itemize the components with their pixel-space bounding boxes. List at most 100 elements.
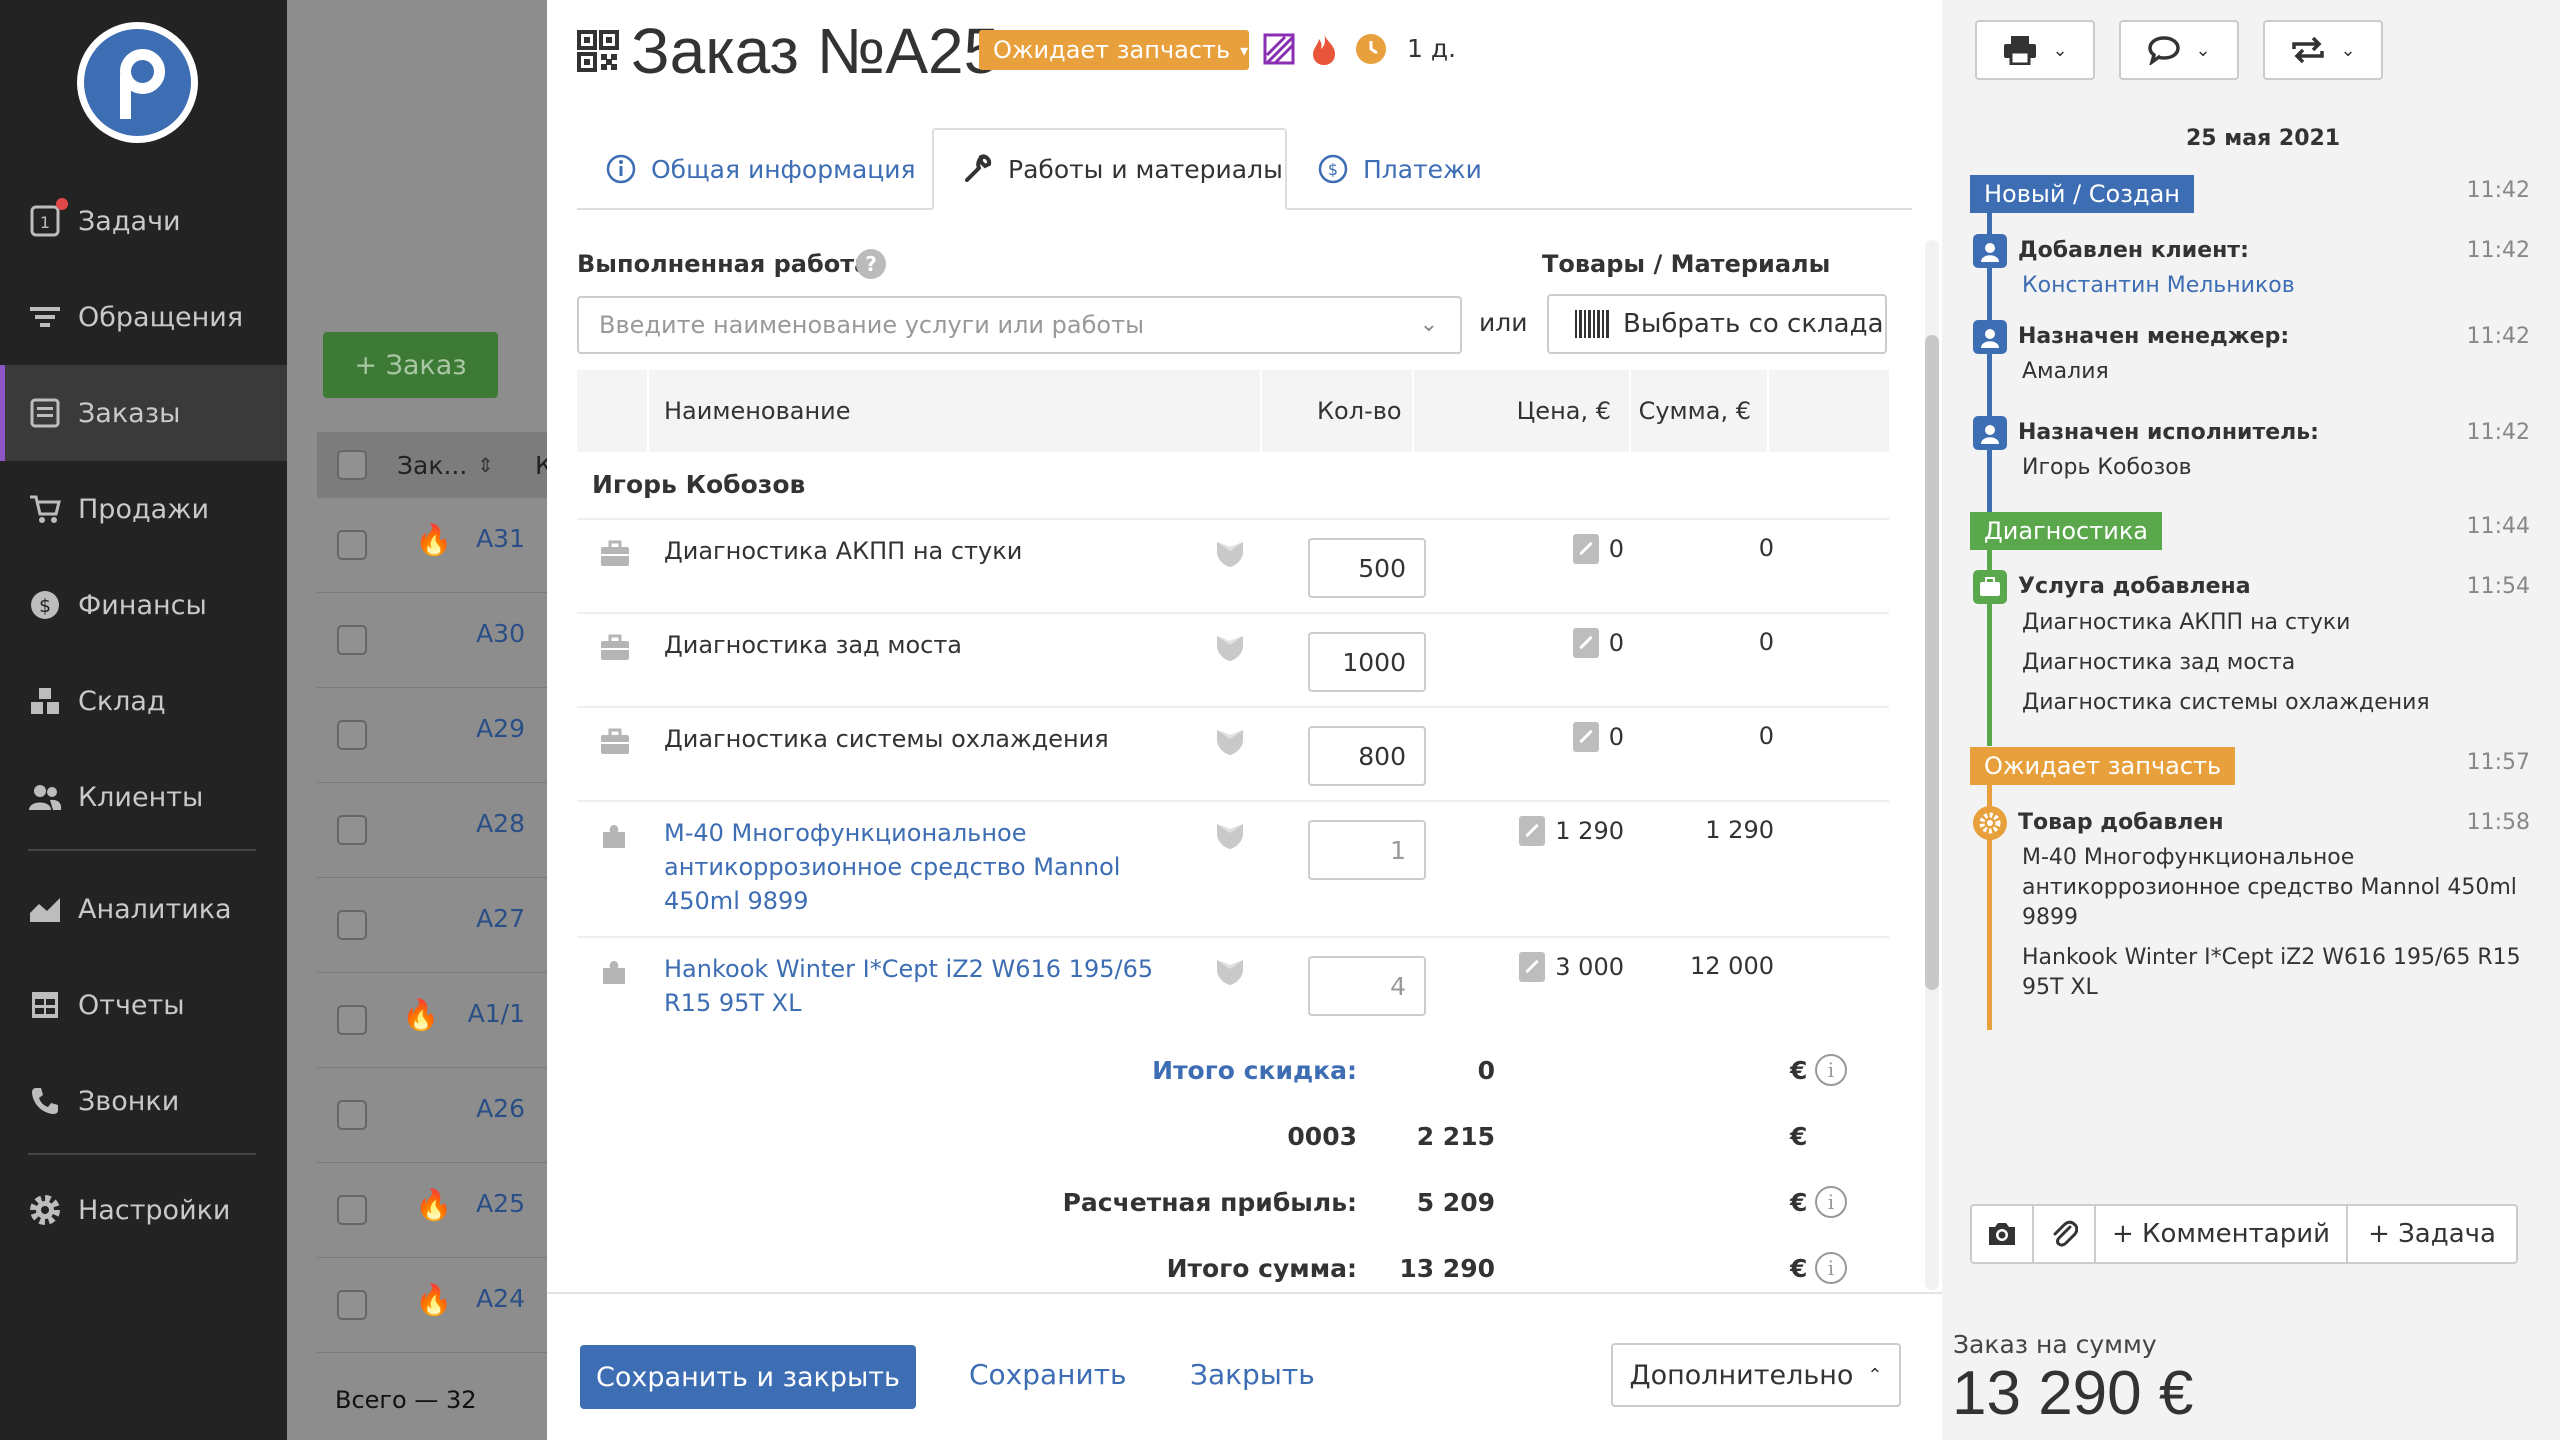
table-row[interactable]: A29 — [317, 688, 547, 783]
save-button[interactable]: Сохранить — [969, 1358, 1127, 1391]
order-number[interactable]: A26 — [476, 1094, 525, 1123]
message-button[interactable]: ⌄ — [2119, 20, 2239, 80]
price-cell[interactable]: 0 — [1572, 534, 1624, 564]
close-button[interactable]: Закрыть — [1190, 1358, 1315, 1391]
urgency-stripes-icon[interactable] — [1262, 32, 1296, 66]
order-number[interactable]: A1/1 — [468, 999, 525, 1028]
order-number[interactable]: A29 — [476, 714, 525, 743]
table-row[interactable]: Диагностика АКПП на стуки 500 0 0 — [577, 518, 1889, 612]
client-link[interactable]: Константин Мельников — [2022, 271, 2532, 301]
save-and-close-button[interactable]: Сохранить и закрыть — [580, 1345, 916, 1409]
add-order-button[interactable]: + Заказ — [323, 332, 498, 398]
sidebar-item-analytics[interactable]: Аналитика — [0, 861, 287, 957]
select-all-checkbox[interactable] — [337, 450, 367, 480]
code-label: 0003 — [1287, 1121, 1357, 1151]
sidebar-item-sales[interactable]: Продажи — [0, 461, 287, 557]
row-checkbox[interactable] — [337, 1100, 367, 1130]
status-dropdown[interactable]: Ожидает запчасть ▾ — [979, 30, 1249, 70]
price-cell[interactable]: 1 290 — [1519, 816, 1624, 846]
sidebar-item-clients[interactable]: Клиенты — [0, 749, 287, 845]
table-row[interactable]: Диагностика системы охлаждения 800 0 0 — [577, 706, 1889, 800]
sidebar-item-orders[interactable]: Заказы — [0, 365, 287, 461]
quantity-input[interactable]: 800 — [1308, 726, 1426, 786]
qr-code-icon[interactable] — [577, 30, 619, 72]
price-cell[interactable]: 3 000 — [1519, 952, 1624, 982]
chevron-down-icon[interactable]: ⌄ — [1420, 312, 1438, 337]
discount-icon[interactable] — [1572, 722, 1599, 752]
table-row[interactable]: 🔥 A24 — [317, 1258, 547, 1353]
sidebar-item-warehouse[interactable]: Склад — [0, 653, 287, 749]
row-checkbox[interactable] — [337, 1195, 367, 1225]
scrollbar-thumb[interactable] — [1925, 335, 1939, 990]
fire-icon[interactable] — [1307, 32, 1341, 66]
warranty-shield-icon[interactable] — [1215, 726, 1245, 756]
table-row[interactable]: M-40 Многофункциональное антикоррозионно… — [577, 800, 1889, 936]
discount-icon[interactable] — [1572, 628, 1599, 658]
quantity-input[interactable]: 4 — [1308, 956, 1426, 1016]
row-checkbox[interactable] — [337, 1005, 367, 1035]
row-checkbox[interactable] — [337, 815, 367, 845]
clock-icon[interactable] — [1354, 32, 1388, 66]
row-checkbox[interactable] — [337, 910, 367, 940]
row-checkbox[interactable] — [337, 530, 367, 560]
discount-icon[interactable] — [1519, 952, 1546, 982]
tab-general-info[interactable]: Общая информация — [577, 128, 932, 210]
order-number[interactable]: A30 — [476, 619, 525, 648]
table-row[interactable]: A27 — [317, 878, 547, 973]
transfer-button[interactable]: ⌄ — [2263, 20, 2383, 80]
table-row[interactable]: Диагностика зад моста 1000 0 0 — [577, 612, 1889, 706]
product-link[interactable]: M-40 Многофункциональное антикоррозионно… — [664, 816, 1194, 918]
more-actions-button[interactable]: Дополнительно ⌃ — [1611, 1343, 1901, 1407]
table-row[interactable]: Hankook Winter I*Cept iZ2 W616 195/65 R1… — [577, 936, 1889, 1036]
discount-icon[interactable] — [1572, 534, 1599, 564]
tab-works-materials[interactable]: Работы и материалы — [932, 128, 1287, 210]
work-search-input[interactable]: Введите наименование услуги или работы ⌄ — [577, 296, 1462, 354]
attach-button[interactable] — [2034, 1206, 2096, 1262]
order-number[interactable]: A25 — [476, 1189, 525, 1218]
column-header-order[interactable]: Зак... — [397, 451, 467, 480]
table-row[interactable]: 🔥 A31 — [317, 498, 547, 593]
info-icon[interactable]: i — [1815, 1252, 1847, 1284]
quantity-input[interactable]: 1000 — [1308, 632, 1426, 692]
logo[interactable] — [77, 22, 198, 143]
row-checkbox[interactable] — [337, 625, 367, 655]
tab-payments[interactable]: $ Платежи — [1317, 128, 1482, 210]
discount-icon[interactable] — [1519, 816, 1546, 846]
info-icon[interactable]: i — [1815, 1186, 1847, 1218]
product-link[interactable]: Hankook Winter I*Cept iZ2 W616 195/65 R1… — [664, 952, 1194, 1020]
table-row[interactable]: 🔥 A25 — [317, 1163, 547, 1258]
price-cell[interactable]: 0 — [1572, 722, 1624, 752]
sort-icon[interactable]: ⇕ — [477, 453, 494, 477]
row-checkbox[interactable] — [337, 1290, 367, 1320]
order-number[interactable]: A31 — [476, 524, 525, 553]
order-number[interactable]: A24 — [476, 1284, 525, 1313]
sidebar-item-calls[interactable]: Звонки — [0, 1053, 287, 1149]
table-row[interactable]: 🔥 A1/1 — [317, 973, 547, 1068]
table-row[interactable]: A26 — [317, 1068, 547, 1163]
price-cell[interactable]: 0 — [1572, 628, 1624, 658]
quantity-input[interactable]: 1 — [1308, 820, 1426, 880]
warranty-shield-icon[interactable] — [1215, 956, 1245, 986]
order-number[interactable]: A28 — [476, 809, 525, 838]
add-task-button[interactable]: + Задача — [2348, 1206, 2516, 1262]
row-checkbox[interactable] — [337, 720, 367, 750]
warranty-shield-icon[interactable] — [1215, 820, 1245, 850]
discount-total-label[interactable]: Итого скидка: — [1152, 1050, 1357, 1090]
warranty-shield-icon[interactable] — [1215, 538, 1245, 568]
select-from-stock-button[interactable]: Выбрать со склада — [1547, 294, 1887, 354]
warranty-shield-icon[interactable] — [1215, 632, 1245, 662]
sidebar-item-reports[interactable]: Отчеты — [0, 957, 287, 1053]
info-icon[interactable]: i — [1815, 1054, 1847, 1086]
print-button[interactable]: ⌄ — [1975, 20, 2095, 80]
camera-button[interactable] — [1972, 1206, 2034, 1262]
sidebar-item-requests[interactable]: Обращения — [0, 269, 287, 365]
sidebar-item-tasks[interactable]: 1 Задачи — [0, 173, 287, 269]
table-row[interactable]: A28 — [317, 783, 547, 878]
add-comment-button[interactable]: + Комментарий — [2096, 1206, 2348, 1262]
sidebar-item-finance[interactable]: $ Финансы — [0, 557, 287, 653]
sidebar-item-settings[interactable]: Настройки — [0, 1162, 287, 1258]
quantity-input[interactable]: 500 — [1308, 538, 1426, 598]
table-row[interactable]: A30 — [317, 593, 547, 688]
help-icon[interactable]: ? — [856, 249, 886, 279]
order-number[interactable]: A27 — [476, 904, 525, 933]
